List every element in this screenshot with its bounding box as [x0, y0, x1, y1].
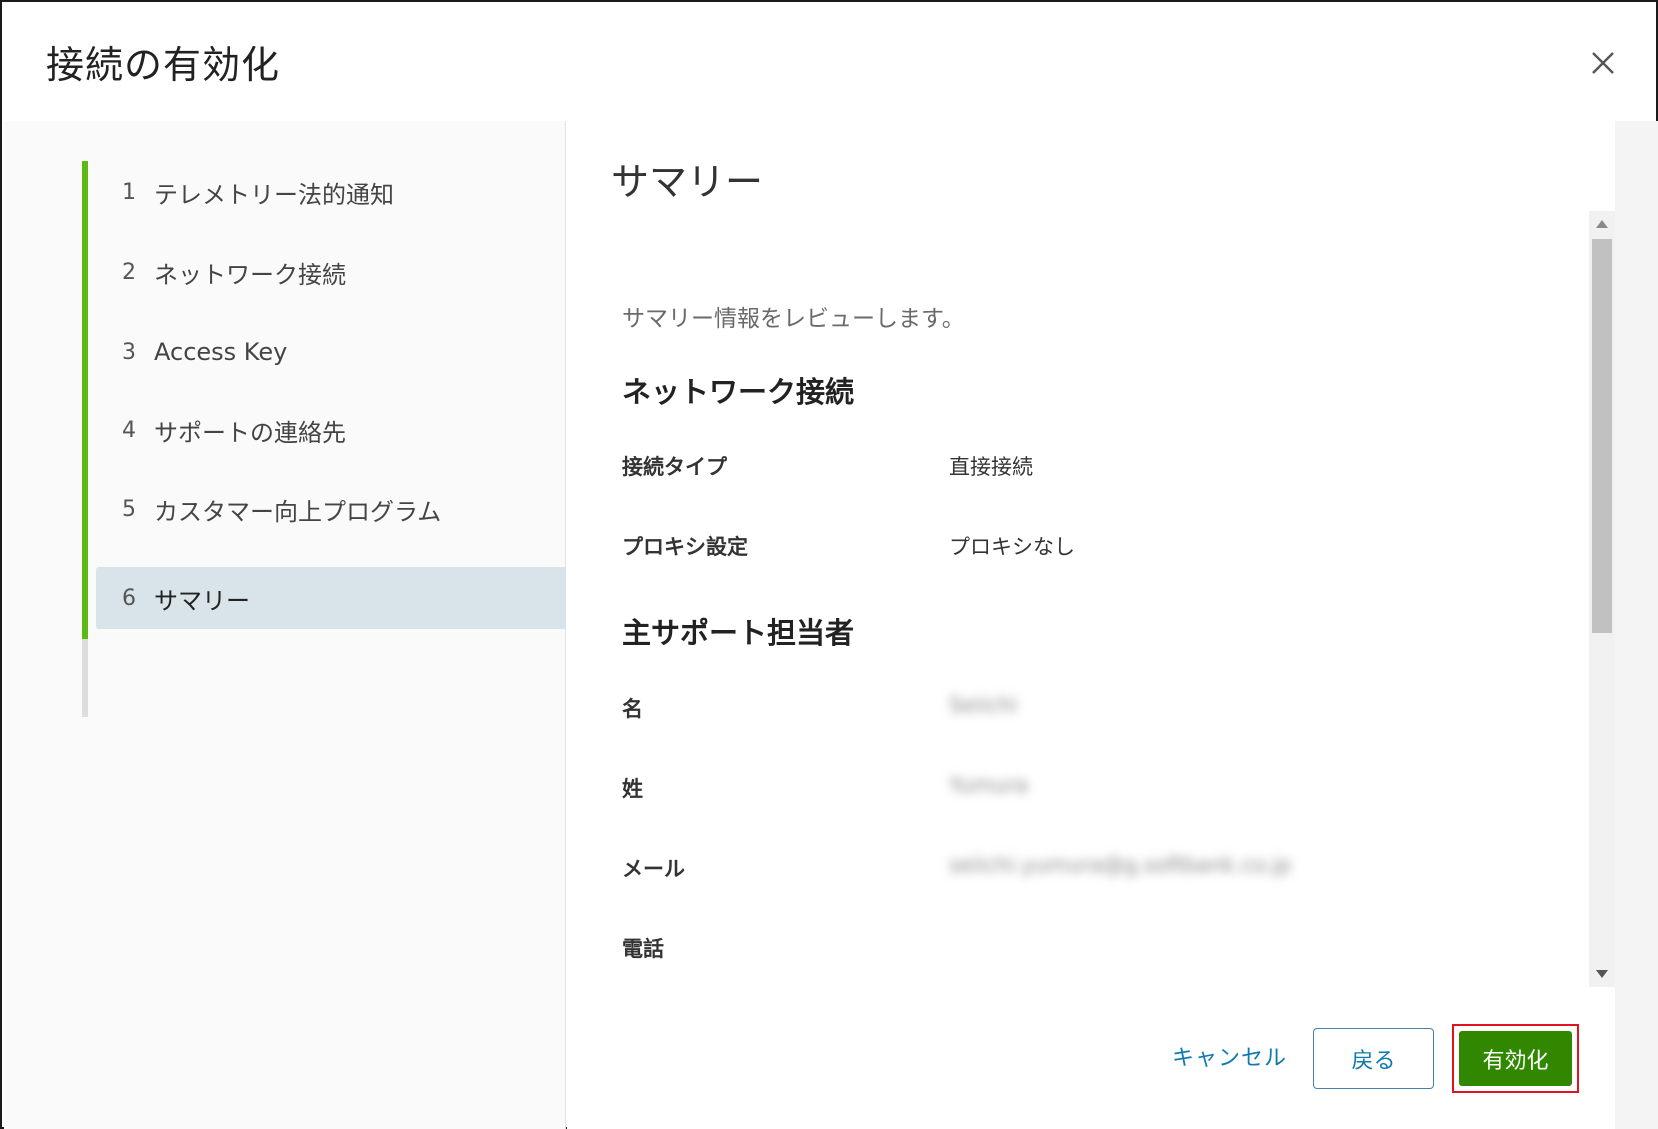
- step-label: カスタマー向上プログラム: [154, 497, 442, 526]
- step-telemetry-legal-notice[interactable]: 1 テレメトリー法的通知: [96, 161, 566, 223]
- close-icon[interactable]: [1580, 40, 1626, 86]
- completed-steps-indicator: [82, 161, 88, 639]
- email-label: メール: [622, 857, 685, 881]
- step-number: 3: [122, 339, 136, 365]
- step-number: 1: [122, 179, 136, 205]
- right-gutter: [1615, 121, 1658, 1129]
- connection-type-value: 直接接続: [949, 455, 1033, 479]
- step-number: 4: [122, 417, 136, 443]
- proxy-setting-label: プロキシ設定: [622, 535, 748, 559]
- phone-label: 電話: [622, 937, 664, 961]
- scroll-down-arrow-icon[interactable]: [1589, 961, 1615, 987]
- step-label: テレメトリー法的通知: [154, 180, 394, 209]
- first-name-label: 名: [622, 697, 643, 721]
- enable-button-highlight: 有効化: [1452, 1024, 1579, 1093]
- step-number: 6: [122, 585, 136, 611]
- step-label: ネットワーク接続: [154, 260, 346, 289]
- step-customer-improvement-program[interactable]: 5 カスタマー向上プログラム: [96, 478, 566, 540]
- scrollbar[interactable]: [1589, 211, 1615, 987]
- first-name-value: Seiichi: [949, 693, 1018, 717]
- email-value: seiichi.yumura@g.softbank.co.jp: [949, 853, 1292, 877]
- step-summary[interactable]: 6 サマリー: [96, 567, 566, 629]
- dialog-title: 接続の有効化: [46, 43, 281, 87]
- enable-connection-dialog: 接続の有効化 1 テレメトリー法的通知 2 ネットワーク接続 3 Access …: [0, 0, 1658, 1129]
- summary-intro: サマリー情報をレビューします。: [622, 306, 965, 332]
- step-number: 5: [122, 496, 136, 522]
- cancel-button[interactable]: キャンセル: [1172, 1040, 1287, 1072]
- scrollbar-thumb[interactable]: [1592, 239, 1612, 633]
- primary-support-contact-heading: 主サポート担当者: [622, 616, 855, 650]
- summary-content: サマリー サマリー情報をレビューします。 ネットワーク接続 接続タイプ 直接接続…: [567, 121, 1615, 1129]
- step-support-contact[interactable]: 4 サポートの連絡先: [96, 399, 566, 461]
- step-access-key[interactable]: 3 Access Key: [96, 321, 566, 383]
- summary-scroll-area[interactable]: サマリー情報をレビューします。 ネットワーク接続 接続タイプ 直接接続 プロキシ…: [567, 213, 1615, 993]
- connection-type-label: 接続タイプ: [622, 455, 727, 479]
- step-number: 2: [122, 259, 136, 285]
- enable-button[interactable]: 有効化: [1459, 1031, 1572, 1086]
- step-label: サポートの連絡先: [154, 418, 346, 447]
- page-title: サマリー: [611, 160, 764, 204]
- scroll-up-arrow-icon[interactable]: [1589, 211, 1615, 237]
- remaining-steps-indicator: [82, 639, 88, 717]
- step-label: Access Key: [154, 338, 288, 366]
- step-label: サマリー: [154, 586, 250, 615]
- network-section-heading: ネットワーク接続: [622, 375, 855, 409]
- last-name-value: Yumura: [949, 773, 1028, 797]
- proxy-setting-value: プロキシなし: [949, 535, 1075, 559]
- last-name-label: 姓: [622, 777, 643, 801]
- step-network-connection[interactable]: 2 ネットワーク接続: [96, 241, 566, 303]
- back-button[interactable]: 戻る: [1313, 1028, 1434, 1089]
- wizard-steps-panel: 1 テレメトリー法的通知 2 ネットワーク接続 3 Access Key 4 サ…: [4, 121, 566, 1129]
